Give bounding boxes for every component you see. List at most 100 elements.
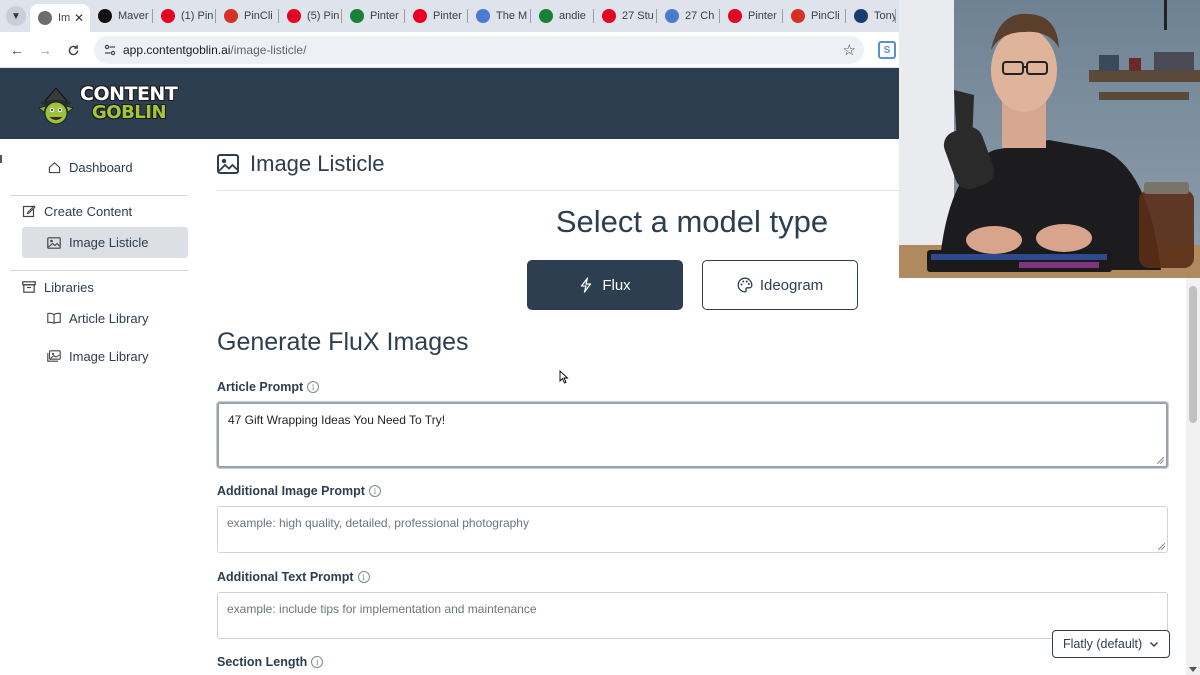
info-icon[interactable]: i [368, 485, 381, 497]
tab-favicon-icon [728, 9, 742, 23]
scroll-down-arrow-icon[interactable] [1189, 667, 1197, 672]
forward-icon[interactable]: → [36, 41, 54, 59]
browser-tab[interactable]: 27 Ch [657, 4, 720, 28]
presenter-video-frame [899, 0, 1200, 278]
sidebar-item-image-listicle[interactable]: Image Listicle [22, 227, 188, 258]
extension-icon[interactable]: S [878, 41, 896, 59]
browser-toolbar: ← → app.contentgoblin.ai/image-listicle/… [0, 32, 900, 68]
url-text: app.contentgoblin.ai/image-listicle/ [123, 43, 307, 57]
sidebar-divider [10, 270, 188, 271]
browser-tab-label: (1) Pin [181, 10, 214, 22]
browser-tab[interactable]: Tony [846, 4, 896, 28]
additional-image-prompt-textarea[interactable]: example: high quality, detailed, profess… [217, 506, 1168, 553]
additional-image-prompt-label-text: Additional Image Prompt [217, 484, 365, 498]
browser-tab-label: 27 Stu [622, 10, 654, 22]
sidebar-section-create-content[interactable]: Create Content [21, 203, 132, 219]
browser-tab-label: Maver [118, 10, 149, 22]
back-icon[interactable]: ← [8, 41, 26, 59]
info-icon[interactable]: i [357, 571, 370, 583]
additional-image-prompt-label: Additional Image Prompt i [217, 484, 381, 498]
image-icon [217, 154, 239, 174]
info-icon[interactable]: i [311, 656, 324, 668]
page-scrollbar[interactable] [1186, 278, 1200, 675]
scrollbar-thumb[interactable] [1189, 286, 1197, 423]
theme-select[interactable]: Flatly (default) [1052, 630, 1170, 658]
site-info-icon[interactable] [102, 42, 118, 58]
browser-tab-label: PinCli [811, 10, 840, 22]
page-title-text: Image Listicle [250, 151, 385, 176]
tab-favicon-icon [413, 9, 427, 23]
article-prompt-textarea[interactable]: 47 Gift Wrapping Ideas You Need To Try! [217, 402, 1168, 468]
sidebar-item-article-library[interactable]: Article Library [46, 310, 148, 326]
tab-favicon-icon [476, 9, 490, 23]
sidebar-item-label: Article Library [69, 310, 149, 326]
images-icon [46, 348, 62, 364]
sidebar-item-label: Image Listicle [69, 235, 149, 250]
resize-grip-icon[interactable] [1157, 457, 1164, 464]
reload-icon[interactable] [64, 41, 82, 59]
tab-separator [895, 9, 896, 23]
flux-model-button[interactable]: Flux [527, 260, 683, 310]
browser-tab-label: (5) Pin [307, 10, 340, 22]
chevron-down-icon [1150, 642, 1158, 647]
info-icon[interactable]: i [307, 381, 320, 393]
browser-tab-label: Im [58, 12, 71, 24]
tab-search-icon[interactable]: ▼ [6, 6, 26, 26]
sidebar-item-dashboard[interactable]: Dashboard [46, 159, 133, 175]
browser-tab[interactable]: Pinter [342, 4, 405, 28]
resize-grip-icon[interactable] [1158, 543, 1165, 550]
browser-tab[interactable]: 27 Stu [594, 4, 657, 28]
archive-icon [21, 279, 37, 295]
browser-tab-label: Pinter [433, 10, 462, 22]
browser-tab-label: Pinter [748, 10, 777, 22]
content-goblin-logo[interactable]: CONTENT GOBLIN [36, 82, 178, 126]
title-divider [217, 190, 900, 191]
tab-favicon-icon [98, 9, 112, 23]
browser-tab[interactable]: andie [531, 4, 594, 28]
browser-tab-label: Tony [874, 10, 896, 22]
image-icon [46, 235, 62, 251]
browser-tab-label: PinCli [244, 10, 273, 22]
article-prompt-value: 47 Gift Wrapping Ideas You Need To Try! [228, 413, 446, 427]
browser-tab[interactable]: (5) Pin [279, 4, 342, 28]
tab-close-icon[interactable]: ✕ [74, 11, 84, 25]
palette-icon [737, 277, 753, 293]
address-bar[interactable]: app.contentgoblin.ai/image-listicle/ ☆ [94, 36, 864, 64]
browser-tab[interactable]: The M [468, 4, 531, 28]
browser-tab[interactable]: Pinter [405, 4, 468, 28]
flux-model-label: Flux [602, 276, 631, 294]
pencil-square-icon [21, 203, 37, 219]
tab-favicon-icon [161, 9, 175, 23]
app-header: CONTENT GOBLIN [0, 68, 900, 139]
tab-favicon-icon [224, 9, 238, 23]
sidebar: Dashboard Create Content Image Listicle … [0, 139, 200, 675]
ideogram-model-button[interactable]: Ideogram [702, 260, 858, 310]
generate-heading: Generate FluX Images [217, 328, 469, 356]
logo-text-goblin: GOBLIN [92, 102, 167, 123]
browser-tab[interactable]: PinCli [783, 4, 846, 28]
mouse-cursor-icon [559, 370, 569, 384]
sidebar-divider [10, 195, 188, 196]
browser-tab[interactable]: (1) Pin [153, 4, 216, 28]
additional-text-prompt-label-text: Additional Text Prompt [217, 570, 354, 584]
additional-image-prompt-placeholder: example: high quality, detailed, profess… [227, 516, 529, 530]
additional-text-prompt-label: Additional Text Prompt i [217, 570, 370, 584]
theme-select-value: Flatly (default) [1063, 637, 1143, 651]
section-length-label: Section Length i [217, 655, 324, 669]
browser-tab-label: andie [559, 10, 586, 22]
bookmark-star-icon[interactable]: ☆ [843, 41, 856, 59]
lightning-icon [579, 277, 595, 293]
browser-tab[interactable]: Pinter [720, 4, 783, 28]
sidebar-item-image-library[interactable]: Image Library [46, 348, 148, 364]
browser-tab-label: The M [496, 10, 528, 22]
additional-text-prompt-textarea[interactable]: example: include tips for implementation… [217, 592, 1168, 639]
tab-favicon-icon [791, 9, 805, 23]
webcam-overlay [899, 0, 1200, 278]
article-prompt-label-text: Article Prompt [217, 380, 304, 394]
sidebar-collapse-handle[interactable] [0, 155, 2, 163]
browser-tab[interactable]: Im ✕ [30, 4, 90, 32]
browser-tab[interactable]: Maver [90, 4, 153, 28]
sidebar-section-libraries[interactable]: Libraries [21, 279, 94, 295]
browser-tab[interactable]: PinCli [216, 4, 279, 28]
goblin-mascot-icon [38, 88, 74, 125]
